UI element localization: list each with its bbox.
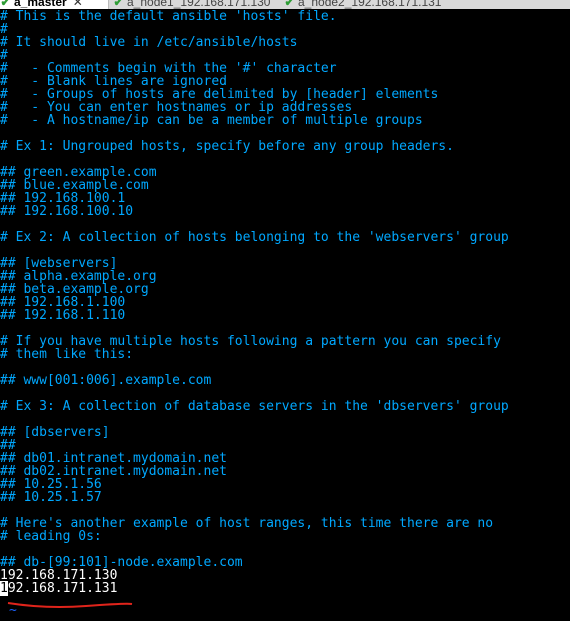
check-icon: ✔ <box>0 0 11 9</box>
file-line-current: 192.168.171.131 <box>0 581 570 596</box>
tab-a-master[interactable]: ✔ a_master ✕ <box>0 0 109 9</box>
tab-label: a_node1_192.168.171.130 <box>127 0 271 9</box>
file-line: ## [dbservers] <box>0 425 110 440</box>
check-icon: ✔ <box>284 0 295 9</box>
red-underline-annotation <box>7 602 133 608</box>
file-line: # Ex 1: Ungrouped hosts, specify before … <box>0 139 454 154</box>
file-line: # - A hostname/ip can be a member of mul… <box>0 113 423 128</box>
tab-a-node1[interactable]: ✔ a_node1_192.168.171.130 <box>113 0 270 9</box>
close-icon[interactable]: ✕ <box>73 0 83 9</box>
file-line: # Ex 2: A collection of hosts belonging … <box>0 230 509 245</box>
terminal-editor[interactable]: # This is the default ansible 'hosts' fi… <box>0 0 570 621</box>
file-line: # Ex 3: A collection of database servers… <box>0 399 509 414</box>
file-line: # It should live in /etc/ansible/hosts <box>0 35 298 50</box>
file-line: ## www[001:006].example.com <box>0 373 212 388</box>
tab-a-node2[interactable]: ✔ a_node2_192.168.171.131 <box>284 0 441 9</box>
tab-label: a_node2_192.168.171.131 <box>298 0 442 9</box>
text-cursor: 1 <box>0 581 8 596</box>
tab-bar: ✔ a_master ✕ ✔ a_node1_192.168.171.130 ✔ a_n… <box>0 0 570 9</box>
file-line: ## 10.25.1.57 <box>0 490 102 505</box>
line-text: 92.168.171.131 <box>7 581 118 596</box>
file-line: ## 192.168.1.110 <box>0 308 126 323</box>
file-line: # leading 0s: <box>0 529 102 544</box>
tab-label: a_master <box>14 0 67 9</box>
vim-empty-line-tilde: ~ <box>9 603 17 618</box>
file-line: # This is the default ansible 'hosts' fi… <box>0 9 337 24</box>
file-line: # them like this: <box>0 347 134 362</box>
file-line: ## 192.168.100.10 <box>0 204 134 219</box>
check-icon: ✔ <box>113 0 124 9</box>
